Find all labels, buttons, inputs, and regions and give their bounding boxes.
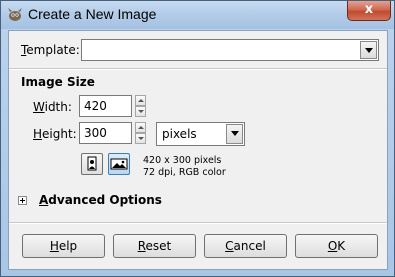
height-spinner[interactable] [135, 122, 146, 144]
help-button[interactable]: Help [22, 234, 105, 258]
template-combo[interactable] [81, 39, 379, 61]
portrait-button[interactable] [81, 153, 103, 175]
gimp-app-icon [8, 8, 22, 21]
height-input[interactable]: 300 [79, 122, 132, 144]
template-label: Template: [21, 43, 80, 57]
spin-up-icon[interactable] [135, 95, 146, 106]
expand-plus-icon[interactable] [18, 196, 27, 205]
image-size-heading: Image Size [21, 75, 95, 89]
chevron-down-icon[interactable] [360, 41, 377, 59]
width-label: Width: [33, 100, 72, 114]
title-bar[interactable]: Create a New Image x [1, 1, 394, 29]
landscape-icon [110, 158, 128, 170]
ok-button[interactable]: OK [295, 234, 378, 258]
resolution-color-info: 72 dpi, RGB color [143, 167, 226, 178]
image-dimensions-info: 420 x 300 pixels [143, 155, 222, 166]
advanced-options-expander[interactable]: Advanced Options [39, 193, 162, 207]
spin-up-icon[interactable] [135, 122, 146, 133]
unit-select[interactable]: pixels [156, 122, 245, 146]
landscape-button[interactable] [108, 153, 130, 175]
create-image-dialog: Create a New Image x Template: Image Siz… [0, 0, 395, 277]
width-spinner[interactable] [135, 95, 146, 117]
window-title: Create a New Image [28, 6, 157, 22]
separator [9, 222, 387, 224]
spin-down-icon[interactable] [135, 133, 146, 144]
height-label: Height: [33, 127, 77, 141]
portrait-icon [87, 156, 97, 171]
dialog-content: Template: Image Size Width: 420 Height: … [8, 30, 388, 270]
width-input[interactable]: 420 [79, 95, 132, 117]
unit-value: pixels [162, 127, 197, 141]
separator [9, 68, 387, 70]
close-button[interactable]: x [347, 1, 391, 21]
chevron-down-icon[interactable] [226, 124, 243, 144]
spin-down-icon[interactable] [135, 106, 146, 117]
cancel-button[interactable]: Cancel [204, 234, 287, 258]
close-icon: x [364, 2, 374, 17]
reset-button[interactable]: Reset [113, 234, 196, 258]
